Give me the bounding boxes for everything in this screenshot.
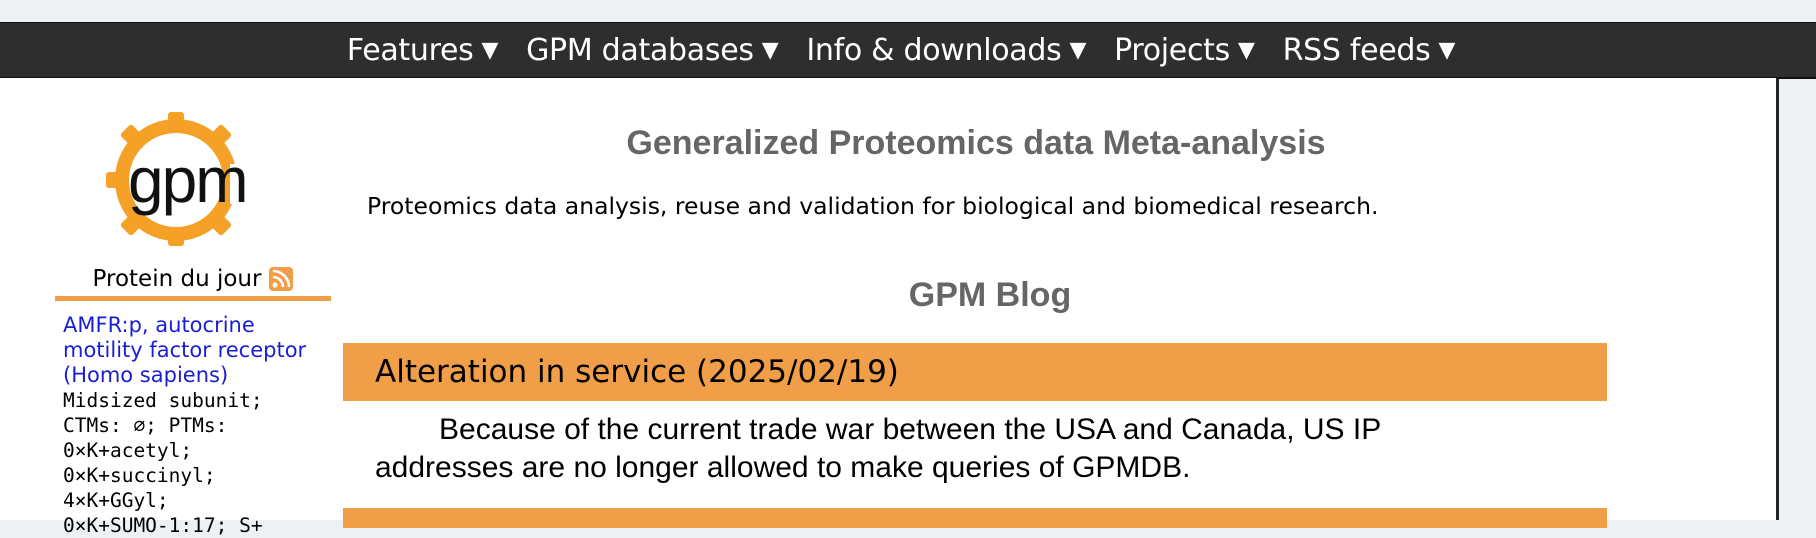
nav-menu: Features ▼ GPM databases ▼ Info & downlo… [346, 32, 1456, 68]
protein-link-line: (Homo sapiens) [63, 363, 229, 387]
protein-du-jour-body: AMFR:p, autocrine motility factor recept… [55, 301, 331, 538]
nav-item-label: Info & downloads [806, 32, 1062, 68]
blog-heading: GPM Blog [908, 276, 1072, 314]
protein-du-jour-title: Protein du jour [92, 266, 262, 292]
protein-detail-line: 4×K+GGyl; [63, 489, 169, 512]
protein-du-jour-panel: Protein du jour AMFR:p, autocrine motili… [55, 266, 331, 538]
gpm-logo[interactable]: gpm [98, 108, 278, 248]
blog-post-body: Because of the current trade war between… [375, 411, 1535, 487]
dropdown-arrow-icon: ▼ [1069, 37, 1087, 63]
protein-detail-line: 0×K+SUMO-1:17; S+ [63, 514, 263, 537]
dropdown-arrow-icon: ▼ [481, 37, 499, 63]
next-blog-post-header [343, 508, 1607, 528]
nav-item-rss-feeds[interactable]: RSS feeds ▼ [1283, 33, 1456, 68]
logo-text: gpm [128, 144, 247, 216]
protein-detail-line: CTMs: ∅; PTMs: [63, 414, 228, 437]
nav-item-label: Features [346, 32, 474, 68]
nav-item-label: Projects [1114, 32, 1230, 68]
protein-details: Midsized subunit; CTMs: ∅; PTMs: 0×K+ace… [63, 388, 323, 538]
dropdown-arrow-icon: ▼ [1237, 37, 1255, 63]
blog-post-header: Alteration in service (2025/02/19) [343, 343, 1607, 401]
dropdown-arrow-icon: ▼ [761, 37, 779, 63]
top-navigation-bar: Features ▼ GPM databases ▼ Info & downlo… [0, 22, 1816, 79]
protein-link-line: AMFR:p, autocrine [63, 313, 255, 337]
dropdown-arrow-icon: ▼ [1438, 37, 1456, 63]
site-title: Generalized Proteomics data Meta-analysi… [626, 124, 1326, 162]
browser-top-strip [0, 0, 1816, 23]
site-tagline: Proteomics data analysis, reuse and vali… [367, 192, 1379, 220]
blog-post-title: Alteration in service (2025/02/19) [375, 354, 899, 390]
protein-detail-line: 0×K+acetyl; [63, 439, 193, 462]
nav-item-label: GPM databases [526, 32, 754, 68]
nav-item-gpm-databases[interactable]: GPM databases ▼ [526, 33, 778, 68]
page-content: gpm Protein du jour AMFR:p, autocrine mo… [0, 78, 1779, 537]
nav-item-projects[interactable]: Projects ▼ [1114, 33, 1255, 68]
protein-detail-line: 0×K+succinyl; [63, 464, 216, 487]
rss-feed-icon[interactable] [269, 267, 294, 291]
protein-link[interactable]: AMFR:p, autocrine motility factor recept… [63, 313, 323, 388]
protein-du-jour-header: Protein du jour [55, 266, 331, 301]
blog-post-text: Because of the current trade war between… [439, 413, 1382, 446]
nav-item-label: RSS feeds [1282, 32, 1431, 68]
protein-detail-line: Midsized subunit; [63, 389, 263, 412]
nav-item-features[interactable]: Features ▼ [346, 32, 499, 68]
blog-post-text: addresses are no longer allowed to make … [375, 451, 1191, 484]
nav-item-info-downloads[interactable]: Info & downloads ▼ [806, 33, 1086, 68]
protein-link-line: motility factor receptor [63, 338, 307, 362]
